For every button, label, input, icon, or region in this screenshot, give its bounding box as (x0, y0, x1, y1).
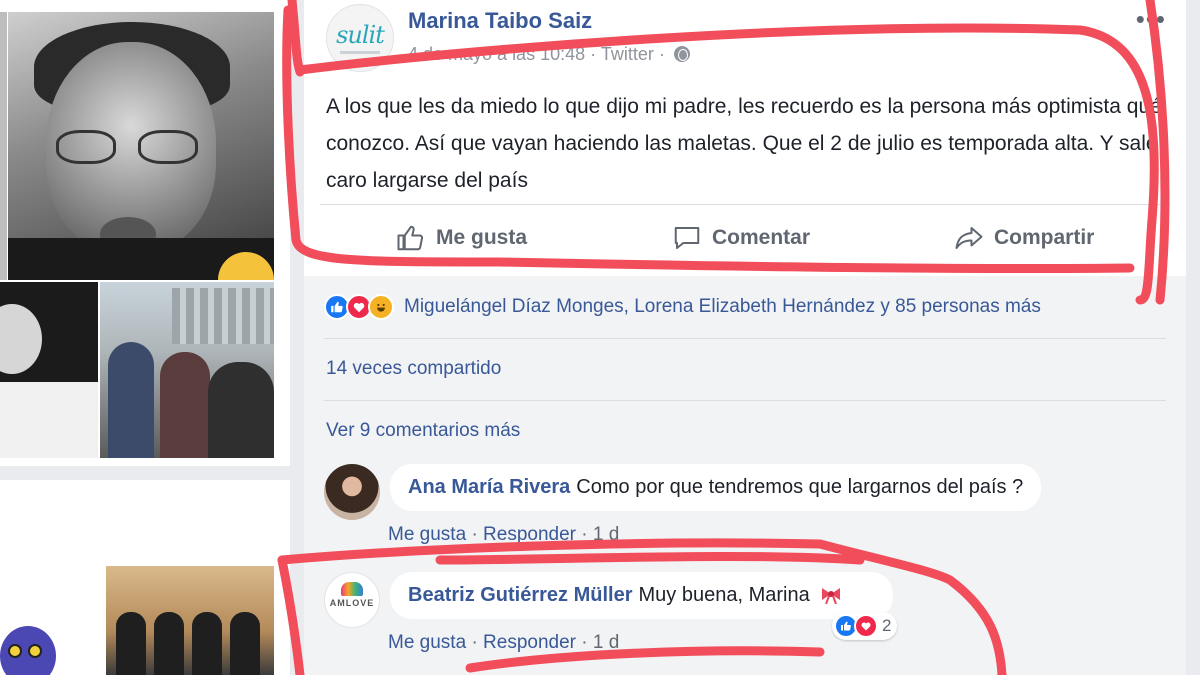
like-button[interactable]: Me gusta (396, 223, 527, 253)
commenter-name[interactable]: Ana María Rivera (408, 476, 570, 498)
post-body-text: A los que les da miedo lo que dijo mi pa… (326, 95, 1162, 192)
comment-reaction-badge[interactable]: 2 (832, 612, 898, 640)
reaction-names[interactable]: Miguelángel Díaz Monges, Lorena Elizabet… (404, 296, 1041, 318)
comment-reply-link[interactable]: Responder (483, 632, 576, 653)
comment-like-link[interactable]: Me gusta (388, 524, 466, 545)
comment-bubble: Ana María Rivera Como por que tendremos q… (390, 464, 1042, 511)
profile-photo-main[interactable] (8, 12, 274, 280)
comment-reply-link[interactable]: Responder (483, 524, 576, 545)
view-more-comments-link[interactable]: Ver 9 comentarios más (326, 420, 520, 442)
post-timestamp[interactable]: 4 de mayo a las 10:48 (408, 44, 585, 64)
love-reaction-icon (854, 614, 878, 638)
comment-button-label: Comentar (712, 226, 811, 249)
photo-thumbnail-group-patria[interactable] (106, 566, 274, 675)
comment-actions: Me gusta · Responder · 1 d (388, 524, 620, 545)
like-button-label: Me gusta (436, 226, 528, 249)
photo-thumbnail-group[interactable] (100, 282, 274, 458)
comments-section: Miguelángel Díaz Monges, Lorena Elizabet… (304, 276, 1186, 675)
comment-time[interactable]: 1 d (593, 632, 619, 653)
post-meta: 4 de mayo a las 10:48 · Twitter · (408, 44, 690, 65)
photo-sidebar (0, 0, 290, 675)
post-card: sulit Marina Taibo Saiz 4 de mayo a las … (304, 0, 1186, 675)
post-source[interactable]: Twitter (601, 44, 654, 64)
share-arrow-icon (955, 227, 983, 249)
author-avatar[interactable]: sulit (326, 4, 394, 72)
more-dots-icon[interactable]: ••• (1136, 4, 1166, 35)
haha-reaction-icon (368, 294, 394, 320)
share-count-link[interactable]: 14 veces compartido (326, 358, 501, 380)
comment-actions: Me gusta · Responder · 1 d (388, 632, 620, 653)
rainbow-heart-icon (341, 582, 363, 596)
post-author-name[interactable]: Marina Taibo Saiz (408, 8, 592, 34)
ribbon-bow-icon (822, 588, 841, 604)
divider (324, 338, 1166, 339)
comment-like-link[interactable]: Me gusta (388, 632, 466, 653)
comment-text: Como por que tendremos que largarnos del… (576, 476, 1024, 498)
commenter-avatar[interactable] (324, 464, 380, 520)
thumbs-up-icon (397, 225, 424, 251)
share-button-label: Compartir (994, 226, 1095, 249)
comment-button[interactable]: Comentar (672, 223, 810, 253)
post-action-bar: Me gusta Comentar Compartir (320, 204, 1170, 272)
sidebar-gap (0, 466, 290, 480)
comment-bubble: Beatriz Gutiérrez Müller Muy buena, Marin… (390, 572, 894, 619)
share-button[interactable]: Compartir (954, 223, 1094, 253)
avatar-logo-text: AMLOVE (329, 598, 375, 608)
photo-thumbnail-muppet[interactable] (0, 620, 60, 675)
avatar-logo-text: sulit (336, 21, 385, 49)
divider (324, 400, 1166, 401)
commenter-name[interactable]: Beatriz Gutiérrez Müller (408, 584, 633, 606)
comment-time[interactable]: 1 d (593, 524, 619, 545)
reactions-summary[interactable]: Miguelángel Díaz Monges, Lorena Elizabet… (324, 294, 1041, 320)
speech-bubble-icon (674, 227, 700, 249)
globe-icon[interactable] (673, 46, 690, 62)
commenter-avatar[interactable]: AMLOVE (324, 572, 380, 628)
photo-thumbnail-edge[interactable] (0, 12, 7, 280)
comment-text: Muy buena, Marina (638, 584, 810, 606)
comment-reaction-count: 2 (882, 616, 892, 635)
photo-thumbnail-priest[interactable] (0, 282, 98, 458)
post-header: sulit Marina Taibo Saiz 4 de mayo a las … (304, 0, 1186, 78)
